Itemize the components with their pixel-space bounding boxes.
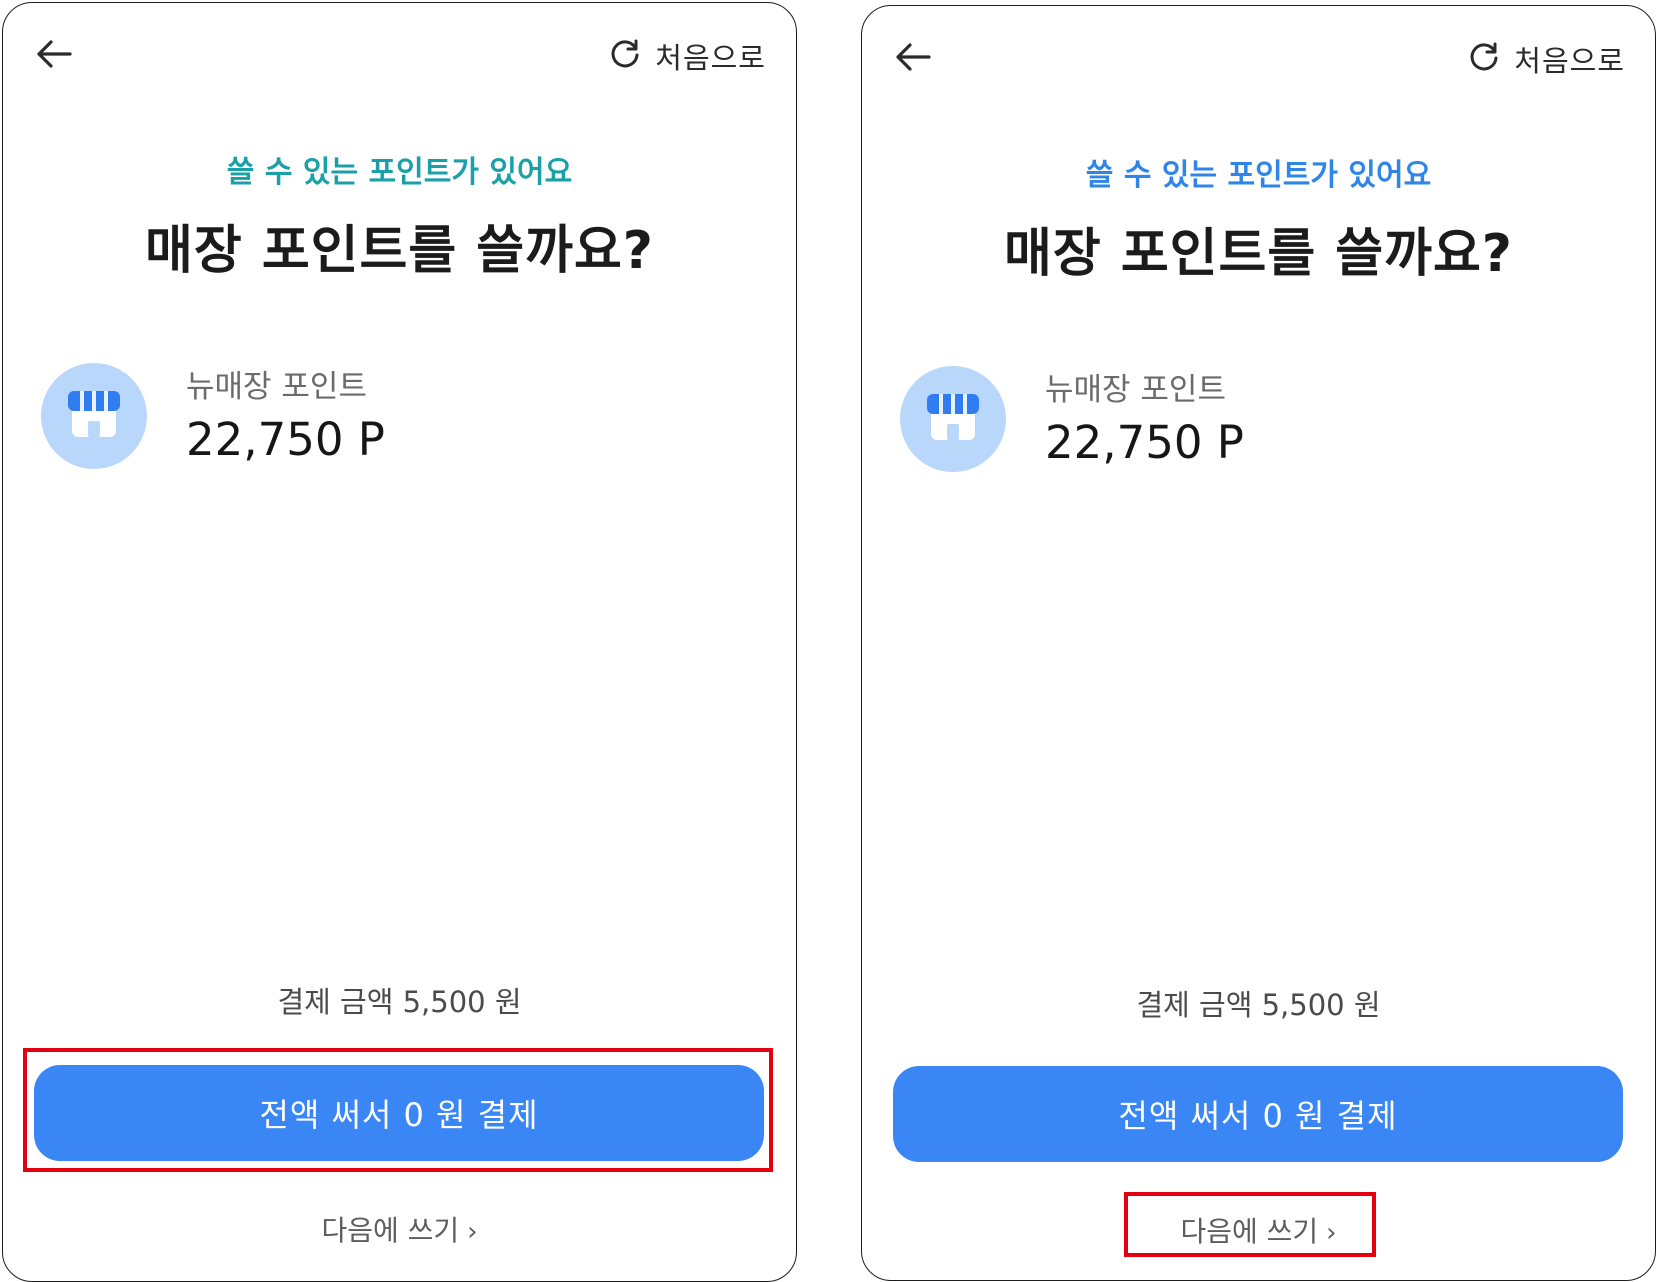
store-icon	[900, 366, 1006, 472]
page-title: 매장 포인트를 쓸까요?	[1004, 224, 1513, 284]
point-value: 22,750 P	[186, 413, 385, 466]
back-button[interactable]	[31, 33, 77, 79]
pay-full-points-button[interactable]: 전액 써서 0 원 결제	[893, 1066, 1623, 1162]
refresh-icon	[1468, 41, 1500, 77]
use-later-label: 다음에 쓰기	[1180, 1215, 1319, 1248]
restart-button[interactable]: 처음으로	[609, 33, 766, 79]
arrow-left-icon	[895, 42, 931, 76]
use-later-label: 다음에 쓰기	[321, 1214, 460, 1247]
chevron-right-icon: ›	[467, 1217, 478, 1247]
payment-amount: 결제 금액 5,500 원	[1136, 988, 1381, 1022]
pay-full-points-button[interactable]: 전액 써서 0 원 결제	[34, 1065, 764, 1161]
restart-label: 처음으로	[1514, 44, 1625, 78]
screen-left: 처음으로 쓸 수 있는 포인트가 있어요 매장 포인트를 쓸까요? 뉴매장 포인…	[2, 2, 797, 1282]
payment-amount: 결제 금액 5,500 원	[277, 985, 522, 1019]
point-name: 뉴매장 포인트	[1045, 372, 1226, 408]
restart-label: 처음으로	[655, 41, 766, 75]
screen-right: 처음으로 쓸 수 있는 포인트가 있어요 매장 포인트를 쓸까요? 뉴매장 포인…	[861, 5, 1656, 1281]
page-title: 매장 포인트를 쓸까요?	[145, 221, 654, 281]
refresh-icon	[609, 38, 641, 74]
subtitle: 쓸 수 있는 포인트가 있어요	[226, 155, 573, 190]
use-later-link[interactable]: 다음에 쓰기 ›	[862, 1210, 1655, 1250]
point-value: 22,750 P	[1045, 416, 1244, 469]
arrow-left-icon	[36, 39, 72, 73]
subtitle: 쓸 수 있는 포인트가 있어요	[1085, 158, 1432, 193]
point-name: 뉴매장 포인트	[186, 369, 367, 405]
chevron-right-icon: ›	[1326, 1218, 1337, 1248]
restart-button[interactable]: 처음으로	[1468, 36, 1625, 82]
use-later-link[interactable]: 다음에 쓰기 ›	[3, 1209, 796, 1249]
back-button[interactable]	[890, 36, 936, 82]
store-icon	[41, 363, 147, 469]
